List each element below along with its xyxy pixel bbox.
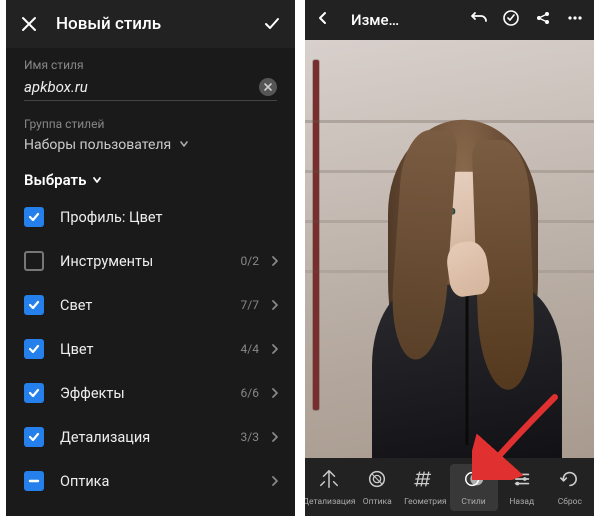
undo-icon[interactable] bbox=[470, 9, 488, 31]
tool-детализация[interactable]: Детализация bbox=[305, 468, 353, 507]
option-count: 3/3 bbox=[241, 430, 259, 444]
checkbox[interactable] bbox=[24, 427, 44, 447]
header-bar: Новый стиль bbox=[6, 0, 295, 48]
style-name-field: Имя стиля apkbox.ru bbox=[6, 48, 295, 107]
option-row[interactable]: Профиль: Цвет bbox=[6, 195, 295, 239]
tool-label: Детализация bbox=[305, 497, 356, 507]
tool-label: Назад bbox=[509, 497, 534, 507]
bottom-toolbar: Детализация Оптика Геометрия Стили Назад Сбро… bbox=[305, 458, 594, 516]
accept-icon[interactable] bbox=[502, 9, 520, 31]
style-name-input[interactable]: apkbox.ru bbox=[24, 78, 259, 96]
editor-header: Изме… bbox=[305, 0, 594, 40]
checkbox[interactable] bbox=[24, 339, 44, 359]
option-label: Свет bbox=[60, 297, 241, 314]
tool-назад[interactable]: Назад bbox=[498, 468, 546, 507]
tool-icon bbox=[463, 468, 485, 494]
option-label: Эффекты bbox=[60, 385, 241, 402]
new-style-panel: Новый стиль Имя стиля apkbox.ru Группа с… bbox=[6, 0, 295, 516]
chevron-right-icon bbox=[269, 431, 281, 443]
tool-icon bbox=[559, 468, 581, 494]
chevron-right-icon bbox=[269, 343, 281, 355]
chevron-down-icon bbox=[179, 137, 189, 153]
style-group-dropdown[interactable]: Наборы пользователя bbox=[24, 137, 277, 153]
chevron-right-icon bbox=[269, 475, 281, 487]
option-count: 6/6 bbox=[241, 386, 259, 400]
select-dropdown[interactable]: Выбрать bbox=[6, 159, 295, 195]
more-icon[interactable] bbox=[566, 9, 584, 31]
tool-icon bbox=[366, 468, 388, 494]
photo-preview[interactable] bbox=[305, 40, 594, 458]
option-row[interactable]: Инструменты0/2 bbox=[6, 239, 295, 283]
tool-label: Сброс bbox=[558, 497, 582, 507]
option-row[interactable]: Детализация3/3 bbox=[6, 415, 295, 459]
option-count: 0/2 bbox=[241, 254, 259, 268]
chevron-right-icon bbox=[269, 255, 281, 267]
tool-icon bbox=[511, 468, 533, 494]
style-group-value: Наборы пользователя bbox=[24, 137, 171, 153]
close-icon[interactable] bbox=[20, 15, 38, 33]
option-label: Оптика bbox=[60, 473, 259, 490]
style-group-field: Группа стилей Наборы пользователя bbox=[6, 107, 295, 159]
option-count: 7/7 bbox=[241, 298, 259, 312]
tool-label: Оптика bbox=[363, 497, 392, 507]
chevron-down-icon bbox=[92, 171, 102, 189]
share-icon[interactable] bbox=[534, 9, 552, 31]
tool-геометрия[interactable]: Геометрия bbox=[401, 468, 449, 507]
checkbox[interactable] bbox=[24, 207, 44, 227]
style-name-label: Имя стиля bbox=[24, 58, 277, 72]
tool-label: Стили bbox=[461, 497, 485, 507]
tool-сброс[interactable]: Сброс bbox=[546, 468, 594, 507]
checkbox[interactable] bbox=[24, 295, 44, 315]
tool-icon bbox=[318, 468, 340, 494]
option-row[interactable]: Цвет4/4 bbox=[6, 327, 295, 371]
tool-оптика[interactable]: Оптика bbox=[353, 468, 401, 507]
options-list: Профиль: ЦветИнструменты0/2Свет7/7Цвет4/… bbox=[6, 195, 295, 503]
option-row[interactable]: Эффекты6/6 bbox=[6, 371, 295, 415]
clear-icon[interactable] bbox=[259, 78, 277, 96]
back-icon[interactable] bbox=[315, 10, 331, 30]
tool-label: Геометрия bbox=[404, 497, 447, 507]
option-count: 4/4 bbox=[241, 342, 259, 356]
checkbox[interactable] bbox=[24, 471, 44, 491]
option-row[interactable]: Оптика bbox=[6, 459, 295, 503]
checkbox[interactable] bbox=[24, 251, 44, 271]
checkbox[interactable] bbox=[24, 383, 44, 403]
confirm-icon[interactable] bbox=[263, 15, 281, 33]
tool-icon bbox=[414, 468, 436, 494]
editor-title[interactable]: Изме… bbox=[351, 11, 399, 29]
select-label: Выбрать bbox=[24, 171, 86, 189]
tool-стили[interactable]: Стили bbox=[450, 464, 498, 511]
style-group-label: Группа стилей bbox=[24, 117, 277, 131]
chevron-right-icon bbox=[269, 299, 281, 311]
header-title: Новый стиль bbox=[56, 14, 263, 34]
chevron-right-icon bbox=[269, 387, 281, 399]
option-label: Детализация bbox=[60, 429, 241, 446]
option-label: Инструменты bbox=[60, 253, 241, 270]
option-label: Профиль: Цвет bbox=[60, 209, 281, 226]
editor-panel: Изме… Детализация Оптика Геометрия Стили Наз… bbox=[305, 0, 594, 516]
option-row[interactable]: Свет7/7 bbox=[6, 283, 295, 327]
option-label: Цвет bbox=[60, 341, 241, 358]
